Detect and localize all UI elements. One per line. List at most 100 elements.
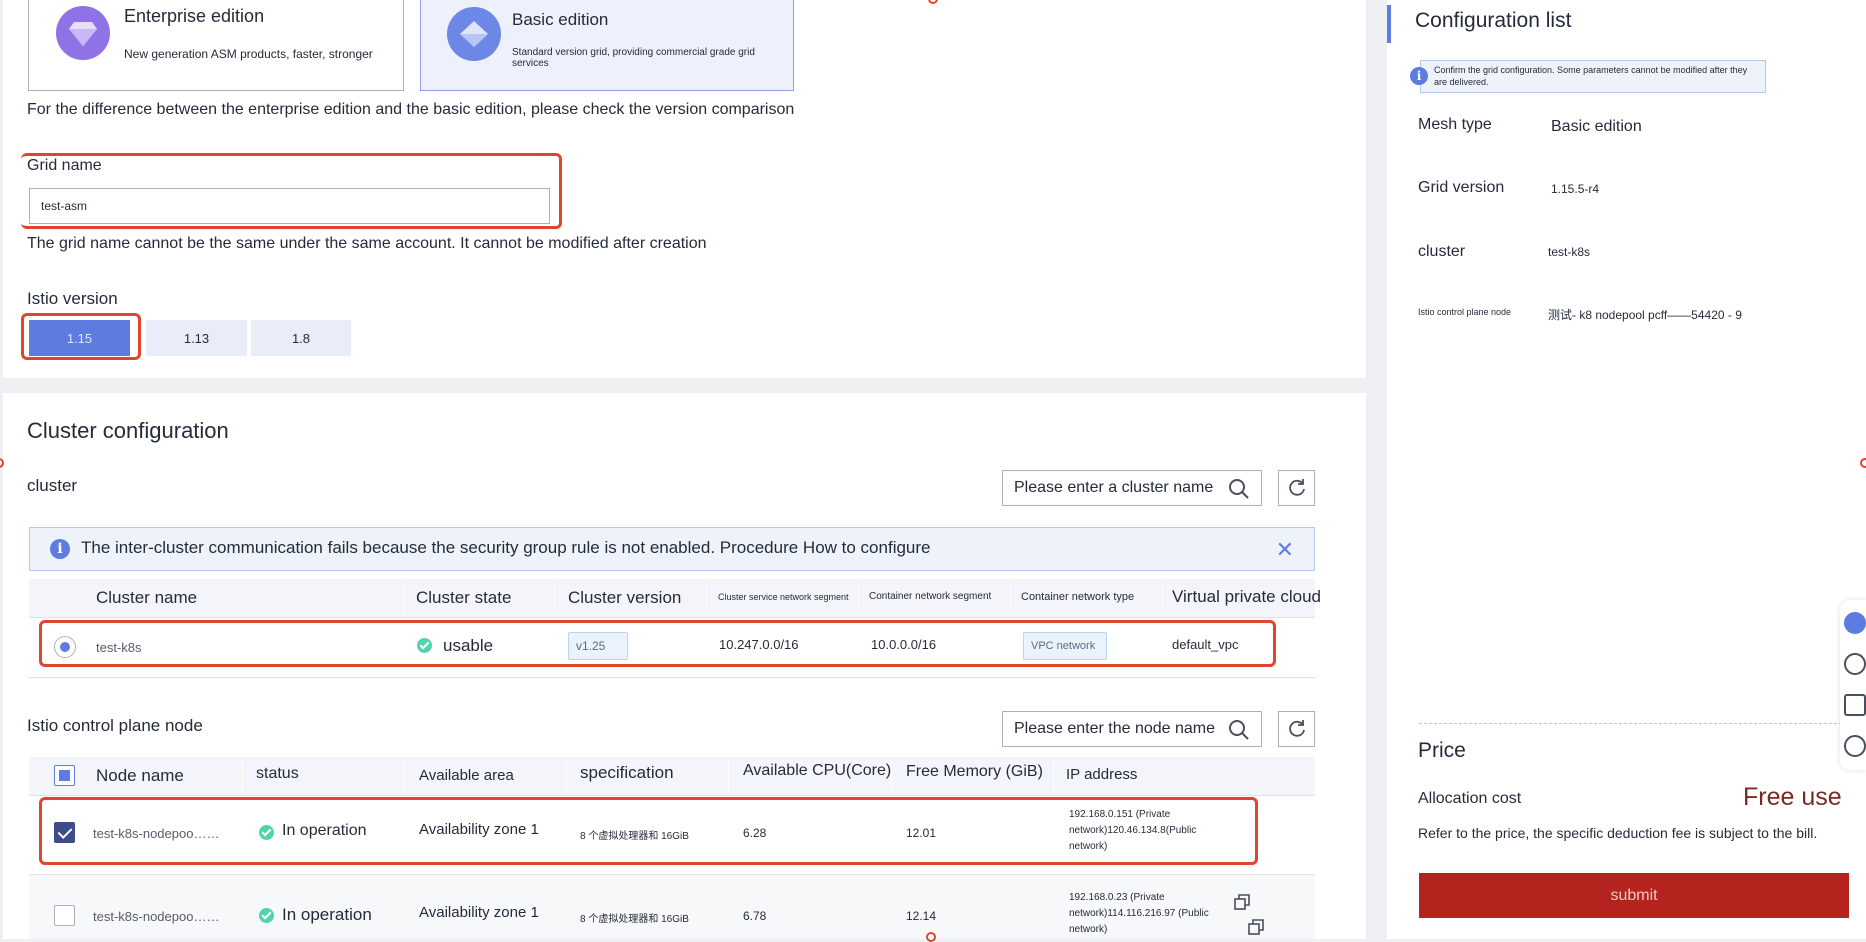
control-plane-label: Istio control plane node: [27, 716, 203, 735]
edition-title: Enterprise edition: [124, 6, 265, 26]
col-header: Free Memory (GiB): [906, 763, 1043, 780]
help-icon[interactable]: [1844, 653, 1866, 675]
cost-value: Free use: [1743, 783, 1842, 811]
grid-name-input[interactable]: test-asm: [29, 188, 550, 224]
node-table-header: Node name status Available area specific…: [29, 757, 1315, 795]
vpc-name: default_vpc: [1172, 637, 1239, 652]
check-icon: [259, 908, 274, 923]
grid-name-hint: The grid name cannot be the same under t…: [27, 235, 707, 252]
edition-title: Basic edition: [512, 10, 609, 29]
node-ip-line1: 192.168.0.151 (Private: [1069, 809, 1171, 820]
config-key: Mesh type: [1418, 116, 1492, 133]
col-header: Container network type: [1021, 591, 1135, 603]
node-cpu: 6.78: [743, 909, 767, 923]
version-option-1-8[interactable]: 1.8: [251, 320, 351, 356]
node-zone: Availability zone 1: [419, 821, 539, 838]
col-header: Cluster name: [96, 588, 198, 607]
side-title: Configuration list: [1415, 9, 1572, 32]
config-note: i Confirm the grid configuration. Some p…: [1410, 60, 1766, 93]
col-header: status: [256, 765, 299, 782]
col-header: Node name: [96, 766, 184, 785]
cluster-version-tag: v1.25: [568, 632, 628, 660]
divider: [1419, 723, 1847, 724]
enterprise-edition-card[interactable]: Enterprise edition New generation ASM pr…: [28, 0, 404, 91]
config-value: 测试- k8 nodepool pcff——54420 - 9: [1548, 308, 1742, 322]
config-key: Istio control plane node: [1418, 307, 1512, 317]
refresh-button[interactable]: [1278, 470, 1315, 506]
grid-name-label: Grid name: [27, 157, 102, 174]
cluster-search-input[interactable]: Please enter a cluster name: [1002, 470, 1262, 506]
container-segment: 10.0.0.0/16: [871, 637, 937, 652]
copy-icon[interactable]: [1234, 894, 1250, 910]
config-value: 1.15.5-r4: [1551, 182, 1600, 196]
version-option-1-13[interactable]: 1.13: [146, 320, 247, 356]
gem-icon: [447, 7, 501, 61]
cluster-radio[interactable]: [54, 636, 76, 658]
edition-desc: New generation ASM products, faster, str…: [124, 47, 373, 61]
node-ip-line3: network): [1069, 841, 1108, 852]
node-name: test-k8s-nodepoo……: [93, 826, 220, 841]
node-memory: 12.01: [906, 826, 937, 840]
security-alert: i The inter-cluster communication fails …: [29, 527, 1315, 571]
title-accent-bar: [1387, 5, 1391, 43]
copy-icon[interactable]: [1248, 919, 1264, 935]
cluster-name: test-k8s: [96, 640, 142, 655]
cost-label: Allocation cost: [1418, 790, 1522, 807]
search-placeholder: Please enter the node name: [1014, 720, 1216, 737]
submit-button[interactable]: submit: [1419, 873, 1849, 918]
config-key: cluster: [1418, 243, 1466, 260]
node-checkbox[interactable]: [54, 822, 75, 843]
node-spec: 8 个虚拟处理器和 16GiB: [580, 914, 689, 925]
section-title: Cluster configuration: [27, 418, 229, 443]
node-status: In operation: [282, 905, 372, 924]
note-line: Confirm the grid configuration. Some par…: [1434, 65, 1748, 75]
cluster-table-header: Cluster name Cluster state Cluster versi…: [29, 579, 1321, 617]
node-search-input[interactable]: Please enter the node name: [1002, 711, 1262, 747]
col-header: Container network segment: [869, 591, 992, 602]
check-icon: [259, 825, 274, 840]
col-header: IP address: [1066, 766, 1138, 783]
info-icon: i: [1410, 67, 1428, 85]
node-ip-line2: network)120.46.134.8(Public: [1069, 825, 1197, 836]
edition-note: For the difference between the enterpris…: [27, 101, 795, 118]
node-ip-line2: network)114.116.216.97 (Public: [1069, 908, 1209, 919]
node-spec: 8 个虚拟处理器和 16GiB: [580, 831, 689, 842]
marker-dot: [926, 932, 936, 942]
col-header: specification: [580, 763, 674, 782]
headset-icon[interactable]: [1844, 612, 1866, 634]
refresh-icon: [1288, 720, 1305, 737]
version-option-1-15[interactable]: 1.15: [29, 320, 130, 356]
refresh-button[interactable]: [1278, 711, 1315, 747]
cluster-label: cluster: [27, 476, 78, 495]
smile-icon[interactable]: [1844, 735, 1866, 757]
price-note: Refer to the price, the specific deducti…: [1418, 825, 1818, 841]
search-icon: [1229, 720, 1249, 740]
search-icon: [1229, 479, 1249, 499]
col-header: Virtual private cloud: [1172, 587, 1321, 606]
node-checkbox[interactable]: [54, 905, 75, 926]
edition-desc: Standard version grid, providing commerc…: [512, 47, 755, 69]
cluster-state: usable: [443, 636, 494, 655]
config-value: Basic edition: [1551, 118, 1642, 135]
node-memory: 12.14: [906, 909, 937, 923]
basic-edition-card[interactable]: Basic edition Standard version grid, pro…: [420, 0, 794, 91]
service-segment: 10.247.0.0/16: [719, 637, 799, 652]
node-status: In operation: [282, 822, 367, 839]
alert-text: The inter-cluster communication fails be…: [81, 538, 931, 557]
istio-version-label: Istio version: [27, 289, 118, 308]
edit-icon[interactable]: [1844, 694, 1866, 716]
col-header: Available CPU(Core): [743, 762, 892, 779]
floating-toolbar: [1840, 600, 1866, 770]
refresh-icon: [1288, 479, 1305, 496]
select-all-checkbox[interactable]: [54, 765, 75, 786]
gem-icon: [56, 6, 110, 60]
config-key: Grid version: [1418, 179, 1505, 196]
check-icon: [417, 638, 432, 653]
info-icon: i: [50, 539, 70, 559]
table-row: [29, 875, 1315, 939]
node-zone: Availability zone 1: [419, 904, 539, 921]
note-line: are delivered.: [1434, 77, 1489, 87]
close-icon[interactable]: ✕: [1276, 537, 1294, 563]
node-ip-line3: network): [1069, 924, 1108, 935]
marker-dot: [1860, 458, 1866, 468]
